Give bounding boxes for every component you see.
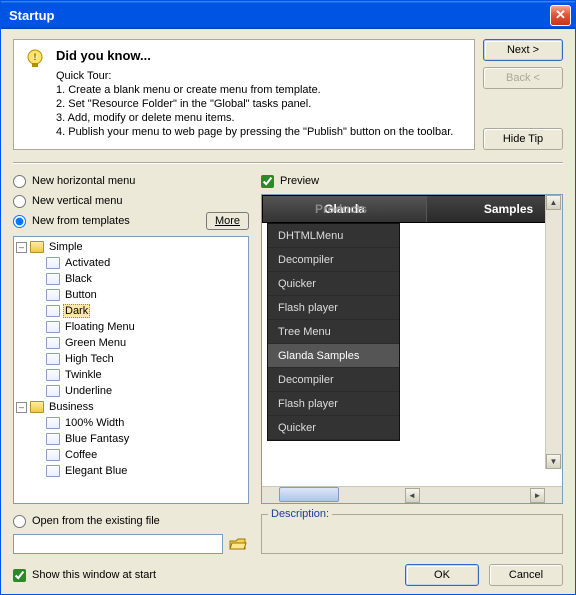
next-button[interactable]: Next >	[483, 39, 563, 61]
preview-submenu: DHTMLMenuDecompilerQuickerFlash playerTr…	[267, 223, 400, 441]
lightbulb-icon: !	[24, 48, 46, 70]
preview-checkbox[interactable]: Preview	[261, 172, 563, 190]
tree-item[interactable]: Button	[16, 287, 246, 303]
preview-menubar: Glanda Products Samples	[262, 195, 562, 223]
tree-item[interactable]: High Tech	[16, 351, 246, 367]
tree-item[interactable]: 100% Width	[16, 415, 246, 431]
tree-item[interactable]: Blue Fantasy	[16, 431, 246, 447]
hide-tip-button[interactable]: Hide Tip	[483, 128, 563, 150]
menubar-tab[interactable]: Glanda Products	[263, 196, 427, 222]
tree-item[interactable]: –Business	[16, 399, 246, 415]
tree-item[interactable]: Underline	[16, 383, 246, 399]
preview-panel: Glanda Products Samples DHTMLMenuDecompi…	[261, 194, 563, 504]
window-title: Startup	[5, 8, 550, 23]
preview-vscroll[interactable]: ▲▼	[545, 195, 562, 469]
tree-item[interactable]: Floating Menu	[16, 319, 246, 335]
tip-panel: ! Did you know... Quick Tour: 1. Create …	[13, 39, 475, 150]
svg-text:!: !	[34, 52, 37, 62]
tree-item[interactable]: Black	[16, 271, 246, 287]
open-file-input[interactable]	[13, 534, 223, 554]
tree-item[interactable]: Twinkle	[16, 367, 246, 383]
submenu-item[interactable]: Quicker	[268, 272, 399, 296]
show-at-start-checkbox[interactable]: Show this window at start	[13, 566, 156, 584]
submenu-item[interactable]: Decompiler	[268, 248, 399, 272]
ok-button[interactable]: OK	[405, 564, 479, 586]
radio-vertical[interactable]: New vertical menu	[13, 192, 249, 210]
submenu-item[interactable]: Glanda Samples	[268, 344, 399, 368]
radio-horizontal[interactable]: New horizontal menu	[13, 172, 249, 190]
submenu-item[interactable]: Decompiler	[268, 368, 399, 392]
browse-icon[interactable]	[227, 534, 249, 554]
description-box: Description:	[261, 514, 563, 554]
template-tree[interactable]: –SimpleActivatedBlackButtonDarkFloating …	[13, 236, 249, 504]
submenu-item[interactable]: Flash player	[268, 296, 399, 320]
tip-title: Did you know...	[56, 48, 464, 63]
submenu-item[interactable]: Quicker	[268, 416, 399, 440]
submenu-item[interactable]: Flash player	[268, 392, 399, 416]
submenu-item[interactable]: Tree Menu	[268, 320, 399, 344]
tree-item[interactable]: Elegant Blue	[16, 463, 246, 479]
more-button[interactable]: More	[206, 212, 249, 230]
tree-item[interactable]: Green Menu	[16, 335, 246, 351]
back-button[interactable]: Back <	[483, 67, 563, 89]
tree-item[interactable]: –Simple	[16, 239, 246, 255]
cancel-button[interactable]: Cancel	[489, 564, 563, 586]
submenu-item[interactable]: DHTMLMenu	[268, 224, 399, 248]
tree-item[interactable]: Dark	[16, 303, 246, 319]
radio-templates[interactable]: New from templates More	[13, 212, 249, 230]
preview-hscroll[interactable]: ◄ ►	[262, 486, 562, 503]
close-icon[interactable]: ✕	[550, 5, 571, 26]
description-label: Description:	[268, 508, 332, 520]
tree-item[interactable]: Coffee	[16, 447, 246, 463]
separator	[13, 162, 563, 164]
tip-text: Quick Tour: 1. Create a blank menu or cr…	[56, 69, 464, 139]
tree-item[interactable]: Activated	[16, 255, 246, 271]
radio-open-existing[interactable]: Open from the existing file	[13, 512, 249, 530]
menubar-tab[interactable]: Samples	[427, 196, 562, 222]
titlebar: Startup ✕	[1, 1, 575, 29]
